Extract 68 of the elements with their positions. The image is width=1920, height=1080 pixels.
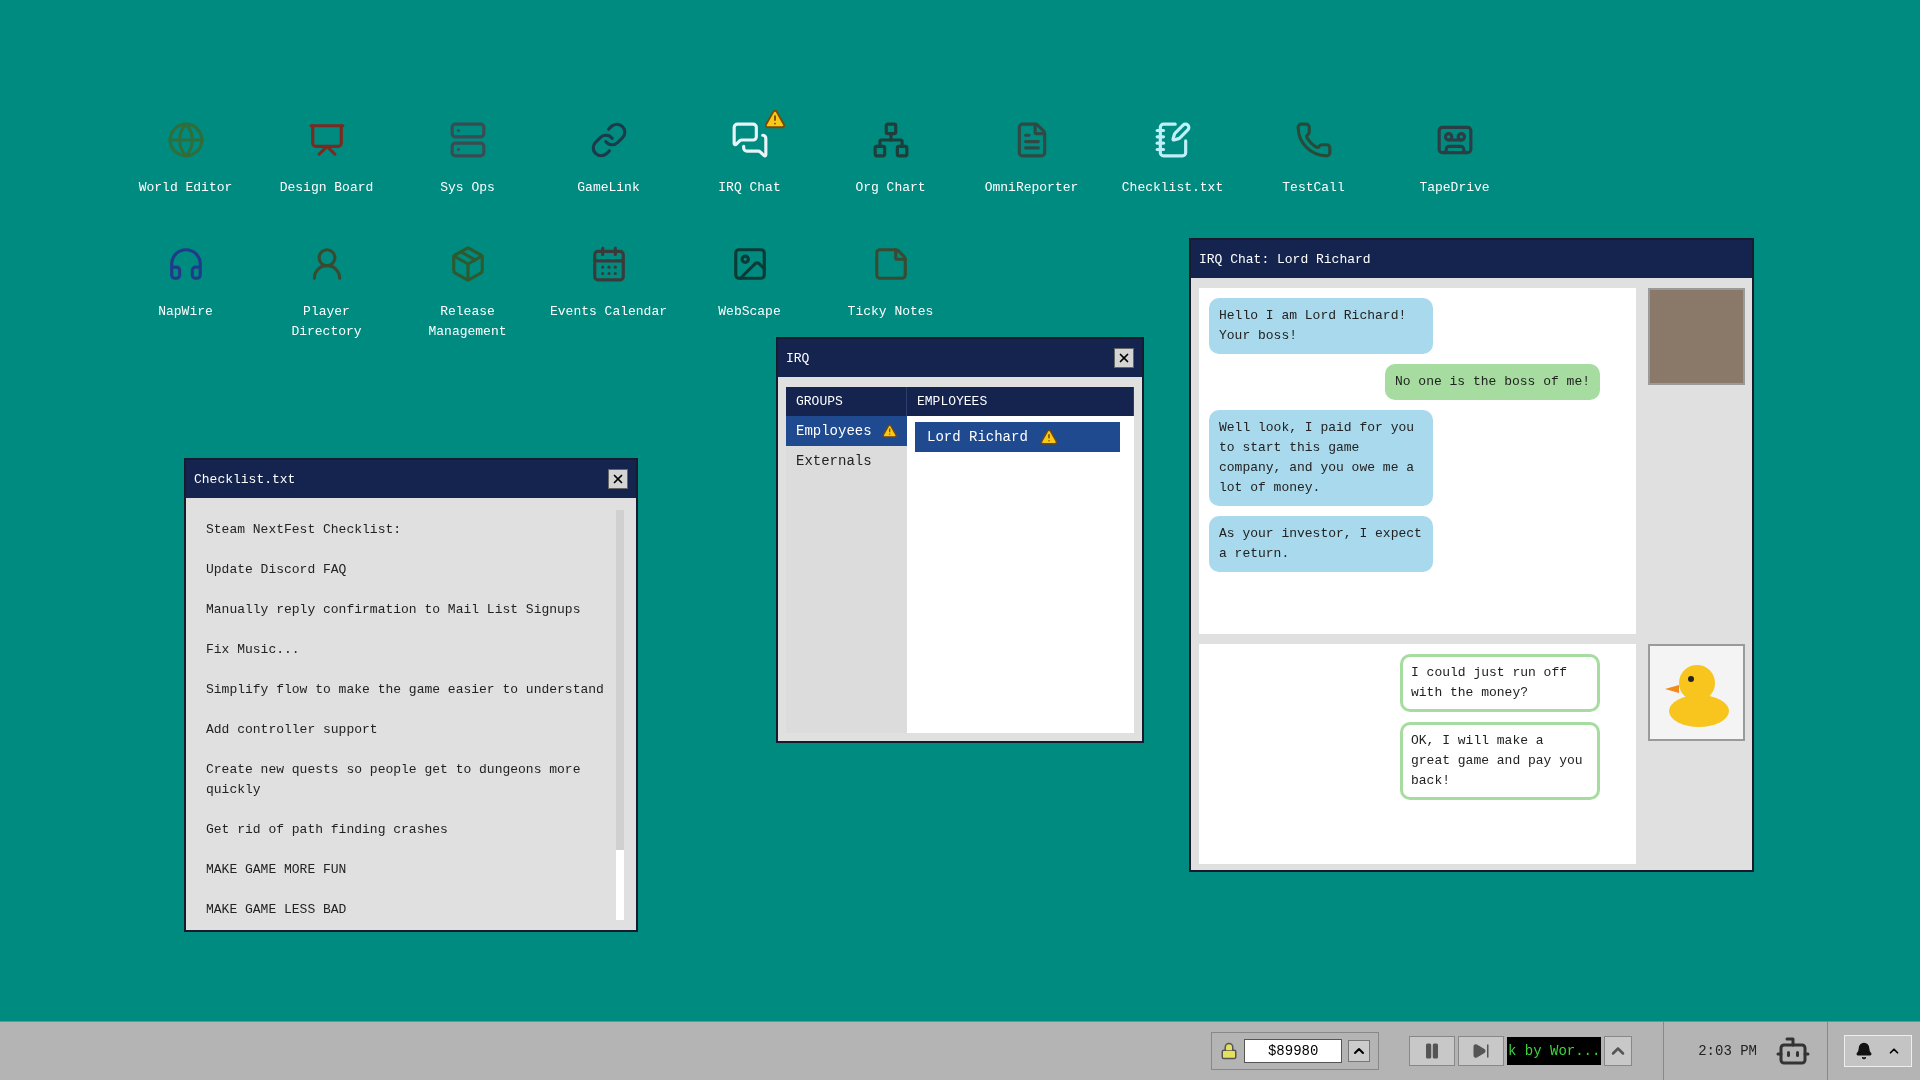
group-item[interactable]: Externals [786, 446, 907, 476]
chat-icon [730, 121, 769, 159]
checklist-item: Update Discord FAQ [206, 561, 348, 579]
desktop-icon-label[interactable]: TapeDrive [1419, 178, 1490, 198]
pause-button[interactable] [1409, 1036, 1456, 1066]
clock: 2:03 PM [1697, 1043, 1758, 1059]
desktop-icon-label[interactable]: Sys Ops [440, 178, 495, 198]
track-display: k by Wor... [1507, 1037, 1602, 1065]
desktop-icon-label[interactable]: World Editor [138, 178, 233, 198]
expand-button[interactable] [1348, 1040, 1371, 1062]
column-header: EMPLOYEES [907, 387, 1134, 416]
money-field: $89980 [1244, 1039, 1343, 1063]
notebook-icon [1153, 121, 1192, 159]
desktop-icon-label[interactable]: NapWire [158, 302, 213, 322]
checklist-item: Create new quests so people get to dungeons more quickly [206, 761, 582, 799]
bell-icon [1855, 1042, 1873, 1060]
scrollbar[interactable] [616, 510, 624, 920]
window-title: IRQ Chat: Lord Richard [1199, 251, 1371, 267]
checklist-item: Get rid of path finding crashes [206, 821, 449, 839]
employee-item[interactable]: Lord Richard [915, 422, 1120, 452]
scrollbar-thumb[interactable] [616, 850, 624, 920]
checklist-item: Add controller support [206, 721, 379, 739]
checklist-item: Manually reply confirmation to Mail List Signups [206, 601, 582, 619]
message-bubble: As your investor, I expect a return. [1209, 516, 1433, 572]
skip-button[interactable] [1458, 1036, 1505, 1066]
skip-icon [1472, 1042, 1491, 1060]
desktop-icon-label[interactable]: WebScape [718, 302, 781, 322]
checklist-item: Fix Music... [206, 641, 301, 659]
column-header: GROUPS [786, 387, 907, 416]
message-bubble: Well look, I paid for you to start this game company, and you owe me a lot of money. [1209, 410, 1433, 506]
board-icon [307, 121, 346, 159]
notification-button[interactable] [1844, 1035, 1912, 1067]
desktop-icon-label[interactable]: OmniReporter [984, 178, 1079, 198]
link-icon [589, 121, 628, 159]
reply-option[interactable]: I could just run off with the money? [1400, 654, 1600, 712]
desktop-icon-label[interactable]: Events Calendar [550, 302, 667, 322]
checklist-item: Simplify flow to make the game easier to understand [206, 681, 605, 699]
group-label: Employees [796, 423, 872, 439]
server-icon [448, 121, 487, 159]
desktop-icon-label[interactable]: Org Chart [855, 178, 926, 198]
message-bubble: No one is the boss of me! [1384, 364, 1600, 400]
phone-icon [1294, 121, 1333, 159]
message-bubble: Hello I am Lord Richard! Your boss! [1209, 298, 1433, 354]
window-title: IRQ [786, 350, 810, 366]
close-button[interactable] [1114, 348, 1134, 368]
close-button[interactable] [608, 469, 628, 489]
checklist-item: MAKE GAME LESS BAD [206, 901, 348, 919]
group-label: Externals [796, 453, 872, 469]
expand-button[interactable] [1604, 1036, 1633, 1066]
desktop-icon-label[interactable]: Checklist.txt [1121, 178, 1224, 198]
globe-icon [166, 121, 205, 159]
desktop-icon-label[interactable]: Ticky Notes [847, 302, 934, 322]
checklist-item: MAKE GAME MORE FUN [206, 861, 348, 879]
desktop-icon-label[interactable]: GameLink [577, 178, 640, 198]
lock-icon [1220, 1042, 1239, 1060]
checklist-item: Steam NextFest Checklist: [206, 521, 403, 539]
desktop-icon-label[interactable]: Design Board [279, 178, 374, 198]
close-icon [611, 472, 625, 486]
desktop-icon-label[interactable]: Release Management [407, 302, 528, 342]
desktop-icon-label[interactable]: Player Directory [266, 302, 387, 342]
close-icon [1117, 351, 1131, 365]
org-chart-icon [871, 121, 910, 159]
group-item[interactable]: Employees [786, 416, 907, 446]
desktop-icon-label[interactable]: IRQ Chat [718, 178, 781, 198]
window-title: Checklist.txt [194, 471, 296, 487]
employee-label: Lord Richard [927, 429, 1028, 445]
desktop-icon-label[interactable]: TestCall [1282, 178, 1345, 198]
reply-option[interactable]: OK, I will make a great game and pay you back! [1400, 722, 1600, 800]
